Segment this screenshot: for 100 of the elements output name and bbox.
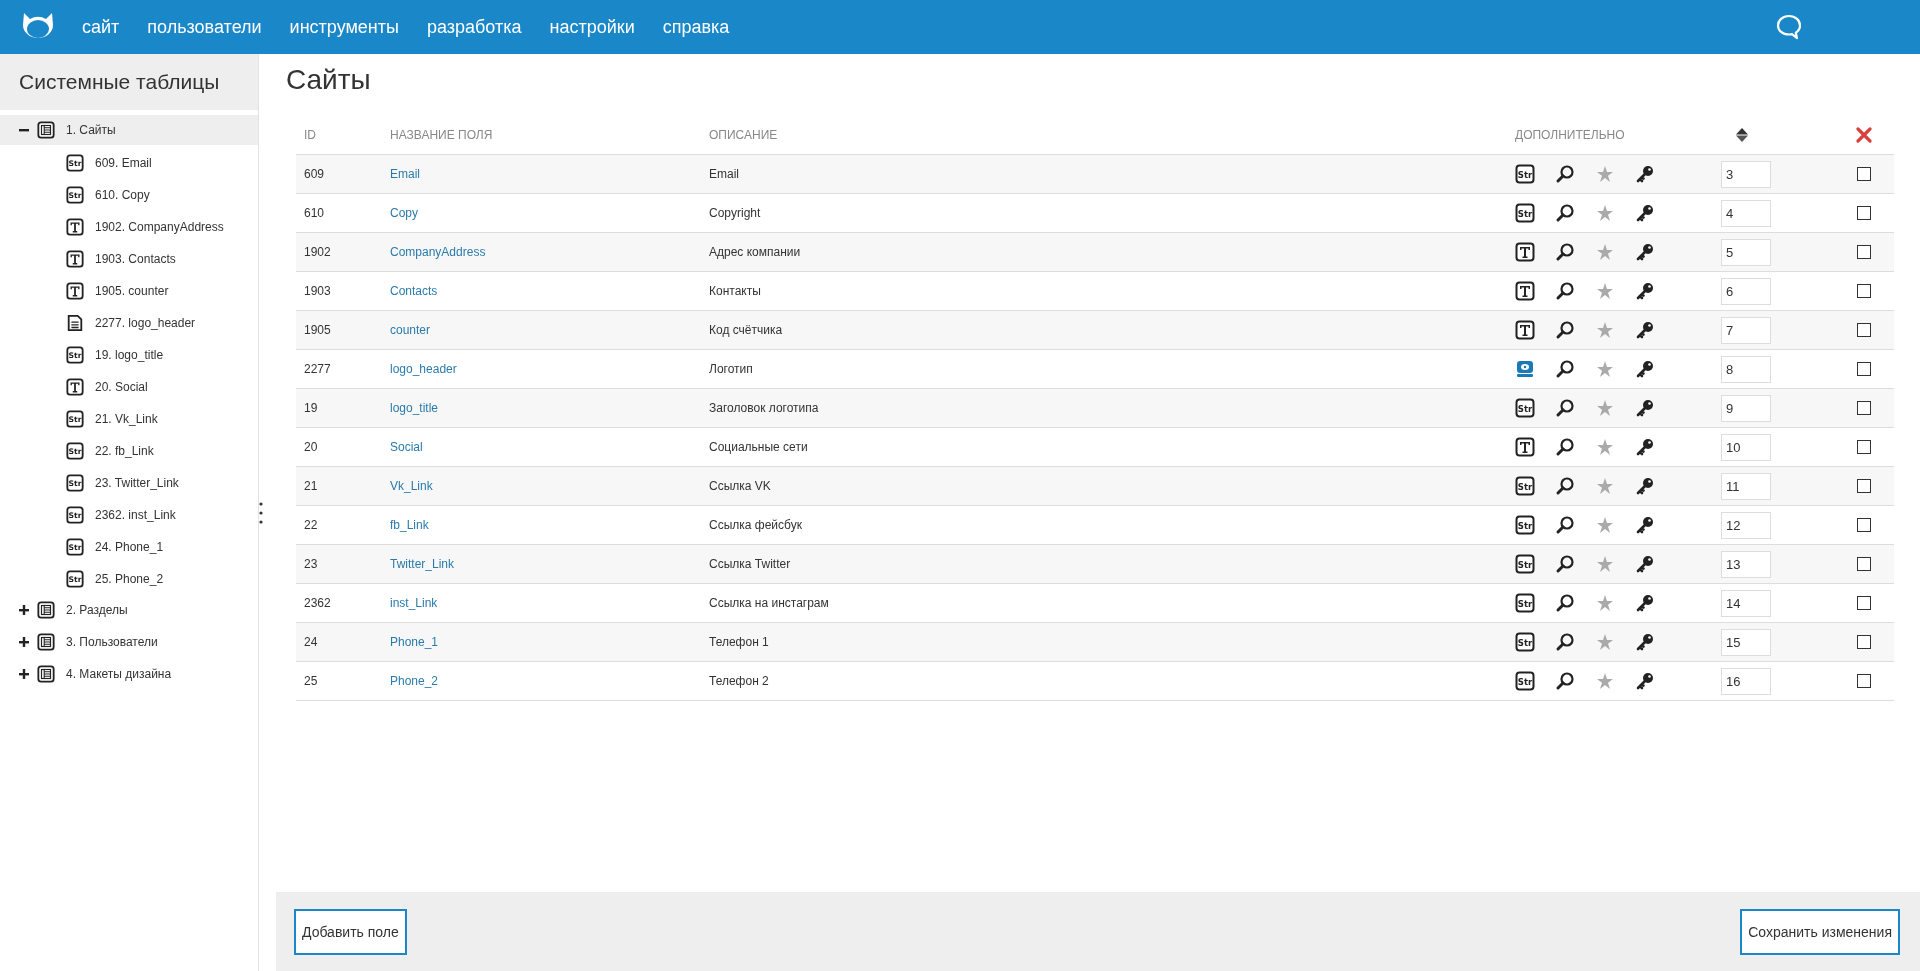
order-input[interactable]: 3 bbox=[1721, 160, 1771, 188]
key-icon[interactable] bbox=[1635, 203, 1655, 223]
field-name-link[interactable]: Contacts bbox=[390, 284, 438, 298]
order-input[interactable]: 16 bbox=[1721, 667, 1771, 695]
star-icon[interactable] bbox=[1595, 593, 1615, 613]
search-icon[interactable] bbox=[1555, 359, 1575, 379]
search-icon[interactable] bbox=[1555, 515, 1575, 535]
field-name-link[interactable]: Copy bbox=[390, 206, 418, 220]
delete-checkbox[interactable] bbox=[1856, 479, 1871, 494]
key-icon[interactable] bbox=[1635, 437, 1655, 457]
order-input[interactable]: 14 bbox=[1721, 589, 1771, 617]
key-icon[interactable] bbox=[1635, 476, 1655, 496]
search-icon[interactable] bbox=[1555, 164, 1575, 184]
delete-checkbox[interactable] bbox=[1856, 440, 1871, 455]
expand-icon[interactable] bbox=[19, 669, 29, 679]
star-icon[interactable] bbox=[1595, 242, 1615, 262]
resize-handle-icon[interactable] bbox=[259, 501, 263, 524]
order-input[interactable]: 7 bbox=[1721, 316, 1771, 344]
search-icon[interactable] bbox=[1555, 320, 1575, 340]
delete-checkbox[interactable] bbox=[1856, 518, 1871, 533]
field-name-link[interactable]: Phone_1 bbox=[390, 635, 439, 649]
field-name-link[interactable]: logo_header bbox=[390, 362, 457, 376]
field-name-link[interactable]: Social bbox=[390, 440, 423, 454]
key-icon[interactable] bbox=[1635, 242, 1655, 262]
search-icon[interactable] bbox=[1555, 437, 1575, 457]
order-input[interactable]: 15 bbox=[1721, 628, 1771, 656]
tree-item[interactable]: 2277. logo_header bbox=[0, 307, 258, 339]
tree-item[interactable]: 4. Макеты дизайна bbox=[0, 659, 258, 689]
field-name-link[interactable]: logo_title bbox=[390, 401, 439, 415]
delete-checkbox[interactable] bbox=[1856, 167, 1871, 182]
nav-link[interactable]: справка bbox=[662, 16, 730, 38]
tree-item[interactable]: 3. Пользователи bbox=[0, 627, 258, 657]
search-icon[interactable] bbox=[1555, 281, 1575, 301]
delete-checkbox[interactable] bbox=[1856, 596, 1871, 611]
star-icon[interactable] bbox=[1595, 281, 1615, 301]
delete-checkbox[interactable] bbox=[1856, 557, 1871, 572]
order-input[interactable]: 11 bbox=[1721, 472, 1771, 500]
delete-checkbox[interactable] bbox=[1856, 245, 1871, 260]
delete-checkbox[interactable] bbox=[1856, 323, 1871, 338]
search-icon[interactable] bbox=[1555, 632, 1575, 652]
key-icon[interactable] bbox=[1635, 320, 1655, 340]
search-icon[interactable] bbox=[1555, 593, 1575, 613]
nav-link[interactable]: настройки bbox=[549, 16, 635, 38]
delete-checkbox[interactable] bbox=[1856, 206, 1871, 221]
star-icon[interactable] bbox=[1595, 476, 1615, 496]
key-icon[interactable] bbox=[1635, 671, 1655, 691]
star-icon[interactable] bbox=[1595, 437, 1615, 457]
delete-checkbox[interactable] bbox=[1856, 362, 1871, 377]
search-icon[interactable] bbox=[1555, 398, 1575, 418]
search-icon[interactable] bbox=[1555, 242, 1575, 262]
field-name-link[interactable]: inst_Link bbox=[390, 596, 438, 610]
key-icon[interactable] bbox=[1635, 632, 1655, 652]
order-input[interactable]: 13 bbox=[1721, 550, 1771, 578]
delete-checkbox[interactable] bbox=[1856, 284, 1871, 299]
order-input[interactable]: 8 bbox=[1721, 355, 1771, 383]
star-icon[interactable] bbox=[1595, 320, 1615, 340]
key-icon[interactable] bbox=[1635, 398, 1655, 418]
star-icon[interactable] bbox=[1595, 671, 1615, 691]
tree-item[interactable]: 20. Social bbox=[0, 371, 258, 403]
search-icon[interactable] bbox=[1555, 203, 1575, 223]
key-icon[interactable] bbox=[1635, 281, 1655, 301]
tree-item[interactable]: 1905. counter bbox=[0, 275, 258, 307]
star-icon[interactable] bbox=[1595, 398, 1615, 418]
field-name-link[interactable]: Vk_Link bbox=[390, 479, 433, 493]
order-input[interactable]: 5 bbox=[1721, 238, 1771, 266]
tree-item[interactable]: 1903. Contacts bbox=[0, 243, 258, 275]
delete-icon[interactable] bbox=[1855, 127, 1872, 143]
star-icon[interactable] bbox=[1595, 164, 1615, 184]
field-name-link[interactable]: fb_Link bbox=[390, 518, 429, 532]
chat-bubble-icon[interactable] bbox=[1775, 13, 1803, 41]
order-input[interactable]: 12 bbox=[1721, 511, 1771, 539]
nav-link[interactable]: сайт bbox=[82, 16, 120, 38]
field-name-link[interactable]: Phone_2 bbox=[390, 674, 439, 688]
field-name-link[interactable]: CompanyAddress bbox=[390, 245, 486, 259]
field-name-link[interactable]: counter bbox=[390, 323, 431, 337]
star-icon[interactable] bbox=[1595, 632, 1615, 652]
star-icon[interactable] bbox=[1595, 203, 1615, 223]
delete-checkbox[interactable] bbox=[1856, 674, 1871, 689]
order-input[interactable]: 10 bbox=[1721, 433, 1771, 461]
star-icon[interactable] bbox=[1595, 359, 1615, 379]
expand-icon[interactable] bbox=[19, 605, 29, 615]
nav-link[interactable]: разработка bbox=[426, 16, 522, 38]
star-icon[interactable] bbox=[1595, 554, 1615, 574]
field-name-link[interactable]: Twitter_Link bbox=[390, 557, 455, 571]
order-input[interactable]: 6 bbox=[1721, 277, 1771, 305]
order-input[interactable]: 4 bbox=[1721, 199, 1771, 227]
key-icon[interactable] bbox=[1635, 515, 1655, 535]
tree-item[interactable]: 1902. CompanyAddress bbox=[0, 211, 258, 243]
search-icon[interactable] bbox=[1555, 554, 1575, 574]
tree-item[interactable]: 2. Разделы bbox=[0, 595, 258, 625]
nav-link[interactable]: инструменты bbox=[289, 16, 399, 38]
nav-link[interactable]: пользователи bbox=[147, 16, 262, 38]
delete-checkbox[interactable] bbox=[1856, 635, 1871, 650]
delete-checkbox[interactable] bbox=[1856, 401, 1871, 416]
tree-item[interactable]: 1. Сайты bbox=[0, 115, 258, 145]
key-icon[interactable] bbox=[1635, 359, 1655, 379]
save-changes-button[interactable]: Сохранить изменения bbox=[1740, 908, 1900, 955]
search-icon[interactable] bbox=[1555, 671, 1575, 691]
key-icon[interactable] bbox=[1635, 164, 1655, 184]
expand-icon[interactable] bbox=[19, 637, 29, 647]
